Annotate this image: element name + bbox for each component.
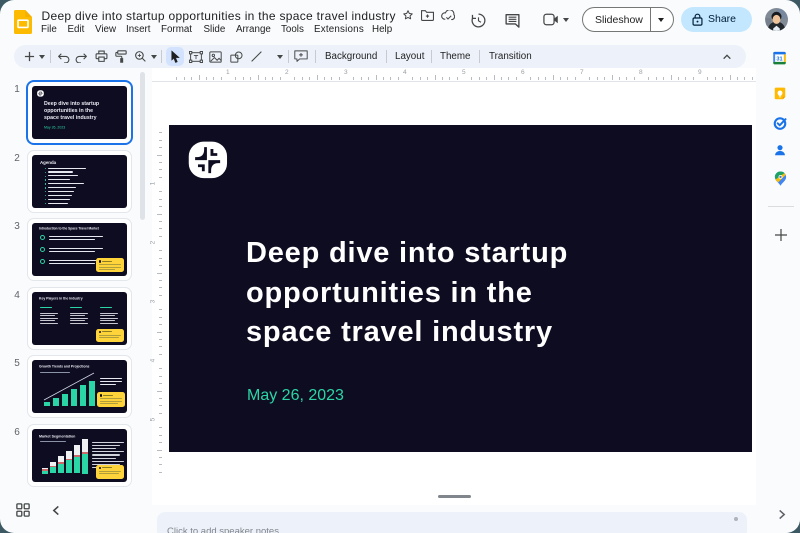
svg-text:31: 31 bbox=[776, 56, 782, 62]
